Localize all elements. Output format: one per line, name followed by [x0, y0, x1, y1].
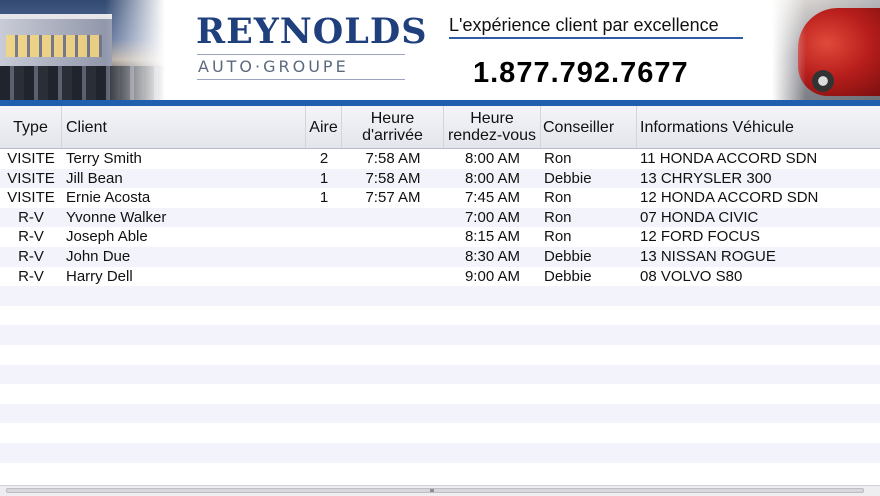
column-header-vehicule[interactable]: Informations Véhicule: [637, 106, 880, 148]
cell-client: Yvonne Walker: [66, 208, 167, 226]
column-header-conseiller[interactable]: Conseiller: [541, 106, 637, 148]
cell-type: R-V: [18, 267, 44, 285]
column-header-arrivee[interactable]: Heure d'arrivée: [342, 106, 444, 148]
cell-arrivee: [342, 227, 444, 247]
cell-arrivee: [342, 247, 444, 267]
empty-table-row: [0, 442, 880, 463]
cell-client: Jill Bean: [66, 169, 123, 187]
table-row[interactable]: R-V Yvonne Walker 7:00 AM Ron 07 HONDA CIVIC: [0, 207, 880, 228]
cell-aire: [306, 208, 342, 228]
empty-table-row: [0, 463, 880, 483]
table-row[interactable]: R-V Joseph Able 8:15 AM Ron 12 FORD FOCUS: [0, 227, 880, 247]
empty-table-row: [0, 286, 880, 306]
cell-vehicule: 12 FORD FOCUS: [640, 228, 761, 246]
header-banner: REYNOLDS AUTO·GROUPE L'expérience client…: [0, 0, 880, 103]
tagline: L'expérience client par excellence: [449, 15, 719, 35]
cell-client: Joseph Able: [66, 228, 148, 246]
appointment-table: Type Client Aire Heure d'arrivée Heure r…: [0, 106, 880, 482]
cell-conseiller: Debbie: [544, 169, 592, 187]
cell-client: Terry Smith: [66, 150, 142, 167]
table-row[interactable]: VISITE Terry Smith 2 7:58 AM 8:00 AM Ron 11 HO…: [0, 149, 880, 169]
cell-aire: 1: [319, 189, 329, 207]
cell-rdv: 8:00 AM: [464, 150, 521, 167]
cell-arrivee: 7:57 AM: [365, 189, 421, 207]
cell-arrivee: [342, 208, 444, 228]
cell-rdv: 7:45 AM: [464, 189, 521, 207]
cell-type: R-V: [18, 228, 44, 246]
column-header-rdv[interactable]: Heure rendez-vous: [444, 106, 541, 148]
cell-vehicule: 12 HONDA ACCORD SDN: [640, 189, 819, 207]
cell-rdv: 8:30 AM: [464, 247, 521, 265]
logo-rule-top: [197, 54, 405, 55]
cell-vehicule: 11 HONDA ACCORD SDN: [640, 150, 818, 167]
tagline-underline: [449, 37, 743, 39]
table-row[interactable]: R-V John Due 8:30 AM Debbie 13 NISSAN ROGUE: [0, 246, 880, 267]
wheel-icon: [812, 70, 834, 92]
cell-conseiller: Debbie: [544, 267, 592, 285]
brand-logo-name: REYNOLDS: [196, 11, 428, 52]
empty-table-row: [0, 384, 880, 404]
scrollbar-thumb[interactable]: [6, 488, 864, 493]
cell-client: Harry Dell: [66, 267, 133, 285]
cell-aire: 1: [319, 169, 329, 187]
table-header: Type Client Aire Heure d'arrivée Heure r…: [0, 106, 880, 149]
cell-conseiller: Ron: [544, 228, 572, 246]
cell-rdv: 9:00 AM: [464, 267, 521, 285]
cell-aire: [306, 247, 342, 267]
cell-conseiller: Ron: [544, 150, 572, 167]
logo-rule-bottom: [197, 79, 405, 80]
column-header-aire[interactable]: Aire: [306, 106, 342, 148]
cell-aire: 2: [319, 150, 329, 167]
empty-table-row: [0, 403, 880, 424]
cell-vehicule: 07 HONDA CIVIC: [640, 208, 759, 226]
cell-arrivee: [342, 267, 444, 287]
table-row[interactable]: VISITE Jill Bean 1 7:58 AM 8:00 AM Debbie 13 C…: [0, 168, 880, 189]
cell-client: Ernie Acosta: [66, 189, 151, 207]
cell-type: VISITE: [7, 150, 55, 167]
cell-arrivee: 7:58 AM: [365, 169, 421, 187]
car-icon: [798, 8, 880, 96]
cell-type: VISITE: [7, 189, 55, 207]
cell-vehicule: 13 CHRYSLER 300: [640, 169, 772, 187]
cell-arrivee: 7:58 AM: [365, 150, 421, 167]
cell-rdv: 8:15 AM: [464, 228, 521, 246]
cell-conseiller: Ron: [544, 189, 572, 207]
empty-table-row: [0, 306, 880, 326]
cell-conseiller: Ron: [544, 208, 572, 226]
table-row[interactable]: VISITE Ernie Acosta 1 7:57 AM 7:45 AM Ron 12 H…: [0, 188, 880, 208]
red-car-photo: [772, 0, 880, 103]
cell-aire: [306, 267, 342, 287]
cell-client: John Due: [66, 247, 131, 265]
cell-conseiller: Debbie: [544, 247, 592, 265]
cell-type: VISITE: [7, 169, 55, 187]
cell-rdv: 8:00 AM: [464, 169, 521, 187]
dealership-photo: [0, 0, 165, 103]
empty-table-row: [0, 345, 880, 365]
dealership-building: [0, 14, 112, 71]
brand-logo-subtitle: AUTO·GROUPE: [198, 57, 349, 76]
column-header-type[interactable]: Type: [0, 106, 62, 148]
table-row[interactable]: R-V Harry Dell 9:00 AM Debbie 08 VOLVO S80: [0, 267, 880, 287]
empty-table-row: [0, 423, 880, 443]
cell-rdv: 7:00 AM: [464, 208, 521, 226]
cell-vehicule: 08 VOLVO S80: [640, 267, 743, 285]
phone-number: 1.877.792.7677: [473, 57, 689, 89]
horizontal-scrollbar[interactable]: [0, 485, 880, 496]
cell-type: R-V: [18, 247, 44, 265]
empty-table-row: [0, 325, 880, 345]
empty-table-row: [0, 364, 880, 385]
scrollbar-grip-icon: [430, 489, 434, 492]
cell-vehicule: 13 NISSAN ROGUE: [640, 247, 776, 265]
cell-type: R-V: [18, 208, 44, 226]
table-body: VISITE Terry Smith 2 7:58 AM 8:00 AM Ron 11 HO…: [0, 149, 880, 482]
cell-aire: [306, 227, 342, 247]
column-header-client[interactable]: Client: [62, 106, 306, 148]
